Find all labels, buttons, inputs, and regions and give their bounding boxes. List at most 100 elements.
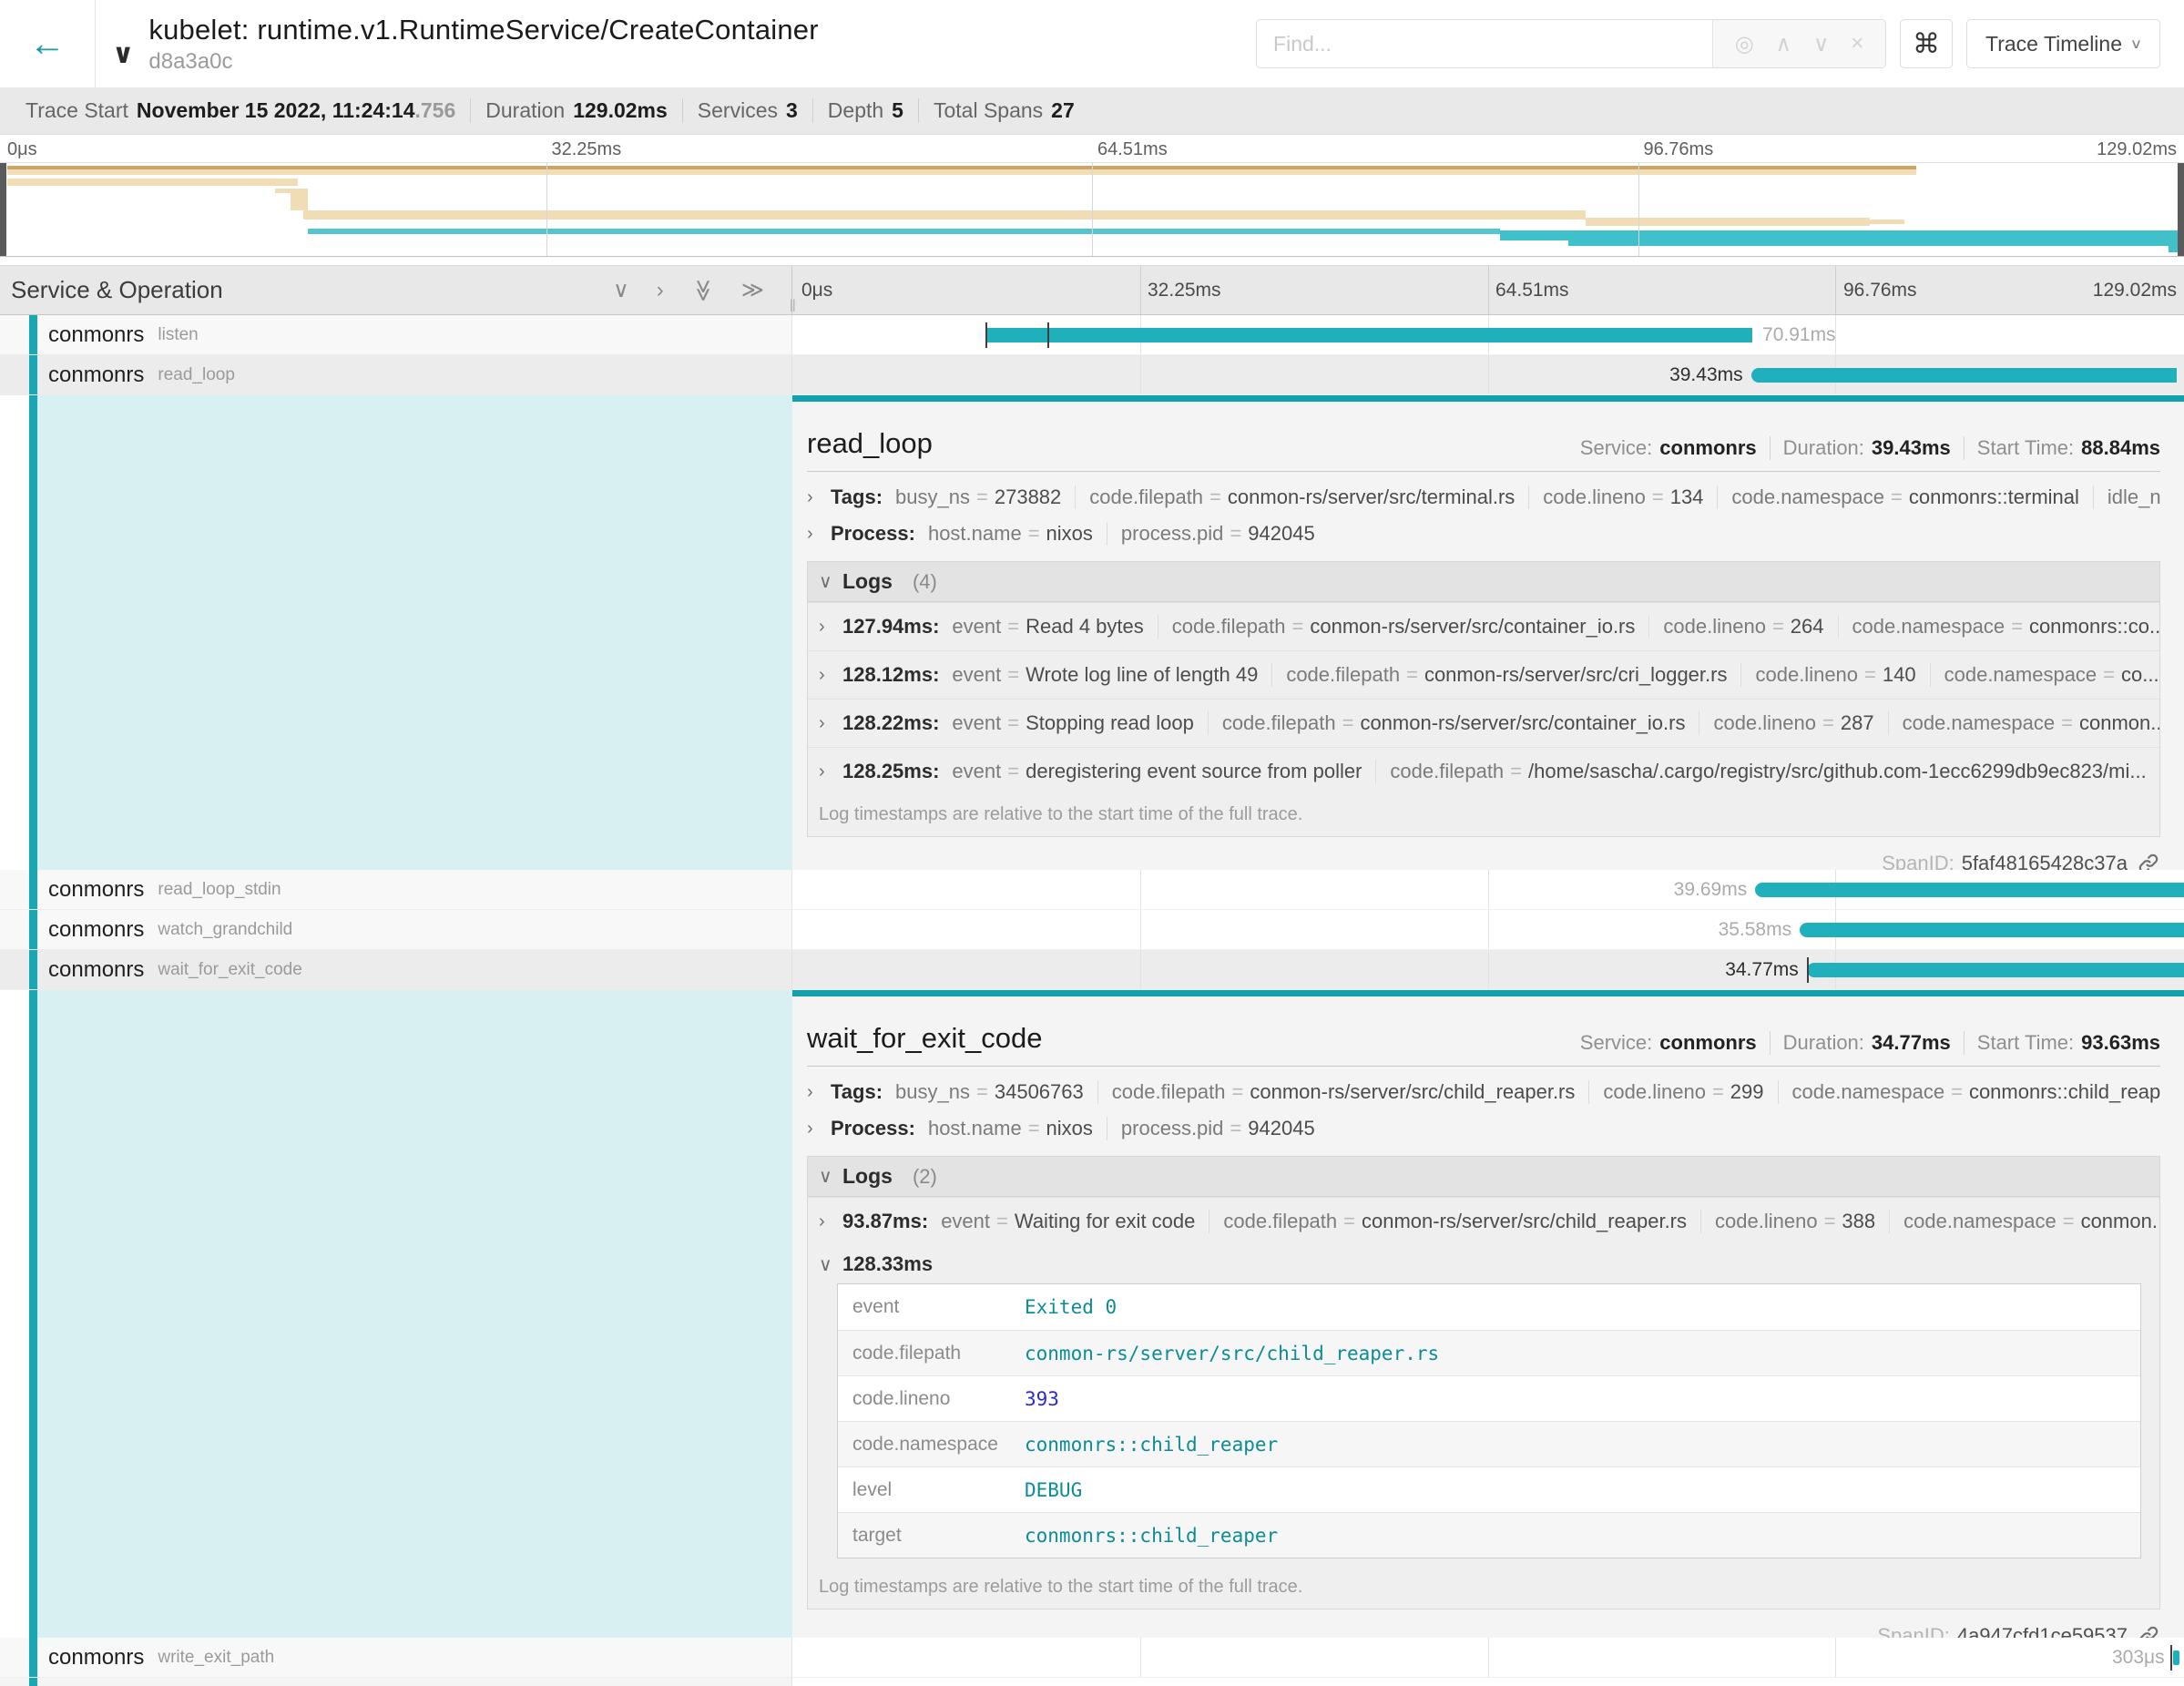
log-field: code.filepath=conmon-rs/server/src/cri_l… (1271, 663, 1727, 687)
span-row-wait-for-exit-code[interactable]: conmonrs wait_for_exit_code 34.77ms (0, 950, 2184, 990)
logs-note: Log timestamps are relative to the start… (808, 795, 2159, 836)
logs-header[interactable]: ∨ Logs (2) (808, 1157, 2159, 1197)
span-detail-wait-for-exit-code: wait_for_exit_code Service:conmonrs Dura… (0, 990, 2184, 1638)
log-entry[interactable]: › 128.25ms: event=deregistering event so… (808, 747, 2159, 795)
span-duration-bar[interactable] (1755, 883, 2184, 897)
span-row-watch-grandchild[interactable]: conmonrs watch_grandchild 35.58ms (0, 910, 2184, 950)
minimap-span-bar (7, 166, 1916, 169)
process-row[interactable]: › Process: host.name=nixos process.pid=9… (807, 519, 2160, 548)
span-duration-bar[interactable] (1807, 963, 2184, 977)
span-link-button[interactable] (2137, 1624, 2160, 1638)
operation-name: listen (158, 325, 198, 345)
minimap-canvas[interactable] (0, 162, 2184, 257)
logs-section: ∨ Logs (4) › 127.94ms: event=Read 4 byte… (807, 561, 2160, 837)
spanid-value: 4a947cfd1ce59537 (1957, 1624, 2128, 1638)
span-color-bar (29, 870, 37, 909)
command-icon: ⌘ (1913, 28, 1940, 60)
summary-total-spans: Total Spans 27 (918, 98, 1089, 123)
span-detail-meta: Service:conmonrs Duration:34.77ms Start … (1567, 1031, 2160, 1055)
trace-header-collapse-icon[interactable]: ∨ (112, 38, 134, 70)
jaeger-trace-view: ← ∨ kubelet: runtime.v1.RuntimeService/C… (0, 0, 2184, 1686)
expand-all-icon[interactable]: ≫ (741, 280, 764, 301)
log-entry[interactable]: › 93.87ms: event=Waiting for exit code c… (808, 1197, 2159, 1245)
trace-id: d8a3a0c (148, 49, 818, 75)
tags-row[interactable]: › Tags: busy_ns=34506763 code.filepath=c… (807, 1078, 2160, 1107)
logs-label: Logs (842, 1164, 893, 1189)
span-duration-label: 39.43ms (1669, 364, 1743, 386)
span-row-listen[interactable]: conmonrs listen 70.91ms (0, 315, 2184, 355)
table-row: code.filepathconmon-rs/server/src/child_… (838, 1330, 2140, 1375)
logs-header[interactable]: ∨ Logs (4) (808, 562, 2159, 602)
chevron-right-icon: › (819, 617, 842, 638)
log-field: code.filepath=conmon-rs/server/src/child… (1209, 1210, 1687, 1233)
span-duration-bar[interactable] (985, 328, 1752, 342)
collapse-one-icon[interactable]: ∨ (613, 280, 629, 301)
find-tools: ◎ ∧ ∨ × (1712, 20, 1885, 67)
view-selector-button[interactable]: Trace Timeline ∨ (1966, 19, 2160, 68)
span-row-read-loop[interactable]: conmonrs read_loop 39.43ms (0, 355, 2184, 395)
summary-value: 27 (1051, 98, 1075, 123)
span-duration-bar[interactable] (1800, 923, 2184, 937)
span-row-write-exit-path[interactable]: conmonrs write_exit_path 303μs (0, 1638, 2184, 1678)
span-detail-panel: wait_for_exit_code Service:conmonrs Dura… (792, 990, 2184, 1638)
chevron-right-icon: › (819, 761, 842, 782)
minimap-span-bar (7, 179, 298, 186)
locate-icon[interactable]: ◎ (1735, 31, 1754, 57)
find-input[interactable] (1257, 20, 1712, 67)
tag-item: code.namespace=conmonrs::child_reap... (1778, 1080, 2160, 1104)
keyboard-shortcuts-button[interactable]: ⌘ (1900, 19, 1953, 68)
span-duration-bar[interactable] (2173, 1650, 2180, 1665)
tag-item: code.filepath=conmon-rs/server/src/child… (1097, 1080, 1576, 1104)
chevron-down-icon: ∨ (819, 1165, 842, 1188)
logs-section: ∨ Logs (2) › 93.87ms: event=Waiting for … (807, 1156, 2160, 1609)
timeline-table-header: Service & Operation ∨ › ≫ ≫ ‖ 0μs 32.25m… (0, 265, 2184, 315)
prev-match-icon[interactable]: ∧ (1776, 31, 1792, 57)
next-match-icon[interactable]: ∨ (1813, 31, 1830, 57)
clear-search-icon[interactable]: × (1851, 31, 1863, 56)
minimap-gridline (546, 163, 547, 256)
back-button[interactable]: ← (0, 0, 96, 87)
top-bar: ← ∨ kubelet: runtime.v1.RuntimeService/C… (0, 0, 2184, 87)
span-event-tick (2170, 1645, 2172, 1671)
chevron-right-icon: › (807, 1082, 831, 1103)
minimap-viewport-handle-left[interactable] (0, 163, 6, 256)
spanid-row: SpanID: 4a947cfd1ce59537 (807, 1615, 2160, 1638)
minimap-tick: 129.02ms (2097, 139, 2177, 160)
log-entry-expanded-header[interactable]: ∨ 128.33ms (808, 1245, 2159, 1283)
span-event-tick (1047, 322, 1049, 348)
minimap-viewport-handle-right[interactable] (2178, 163, 2184, 256)
span-row-read-loop-stdin[interactable]: conmonrs read_loop_stdin 39.69ms (0, 870, 2184, 910)
operation-name: watch_grandchild (158, 920, 292, 940)
log-timestamp: 128.33ms (842, 1252, 933, 1276)
collapse-all-icon[interactable]: ≫ (691, 279, 713, 301)
span-duration-bar[interactable] (1751, 368, 2178, 383)
axis-tick: 129.02ms (2093, 280, 2177, 301)
span-rows: conmonrs listen 70.91ms conmonrs read_lo… (0, 315, 2184, 1686)
span-duration-label: 34.77ms (1725, 959, 1799, 981)
span-link-button[interactable] (2137, 852, 2160, 870)
tags-row[interactable]: › Tags: busy_ns=273882 code.filepath=con… (807, 483, 2160, 512)
log-entry[interactable]: › 127.94ms: event=Read 4 bytes code.file… (808, 602, 2159, 650)
log-entry[interactable]: › 128.12ms: event=Wrote log line of leng… (808, 650, 2159, 699)
log-field: code.namespace=conmon... (1888, 711, 2159, 735)
chevron-down-icon: ∨ (819, 1253, 842, 1276)
chevron-right-icon: › (819, 1211, 842, 1232)
operation-name: read_loop (158, 365, 235, 385)
log-field: code.namespace=conmon... (1889, 1210, 2159, 1233)
tag-item: process.pid=942045 (1107, 1117, 1315, 1140)
service-name: conmonrs (48, 1645, 144, 1671)
tag-item: idle_n... (2093, 485, 2160, 509)
meta-label: Service: (1580, 436, 1652, 460)
meta-label: Service: (1580, 1031, 1652, 1055)
service-name: conmonrs (48, 363, 144, 388)
log-field: code.lineno=140 (1740, 663, 1915, 687)
process-row[interactable]: › Process: host.name=nixos process.pid=9… (807, 1114, 2160, 1143)
column-resize-handle[interactable]: ‖ (790, 297, 798, 316)
service-name: conmonrs (48, 322, 144, 348)
summary-value: 3 (786, 98, 798, 123)
span-detail-title: read_loop (807, 427, 933, 460)
minimap-span-bar (1865, 220, 1904, 224)
log-entry[interactable]: › 128.22ms: event=Stopping read loop cod… (808, 699, 2159, 747)
expand-one-icon[interactable]: › (657, 280, 664, 301)
trace-title-area: ∨ kubelet: runtime.v1.RuntimeService/Cre… (96, 0, 1256, 87)
